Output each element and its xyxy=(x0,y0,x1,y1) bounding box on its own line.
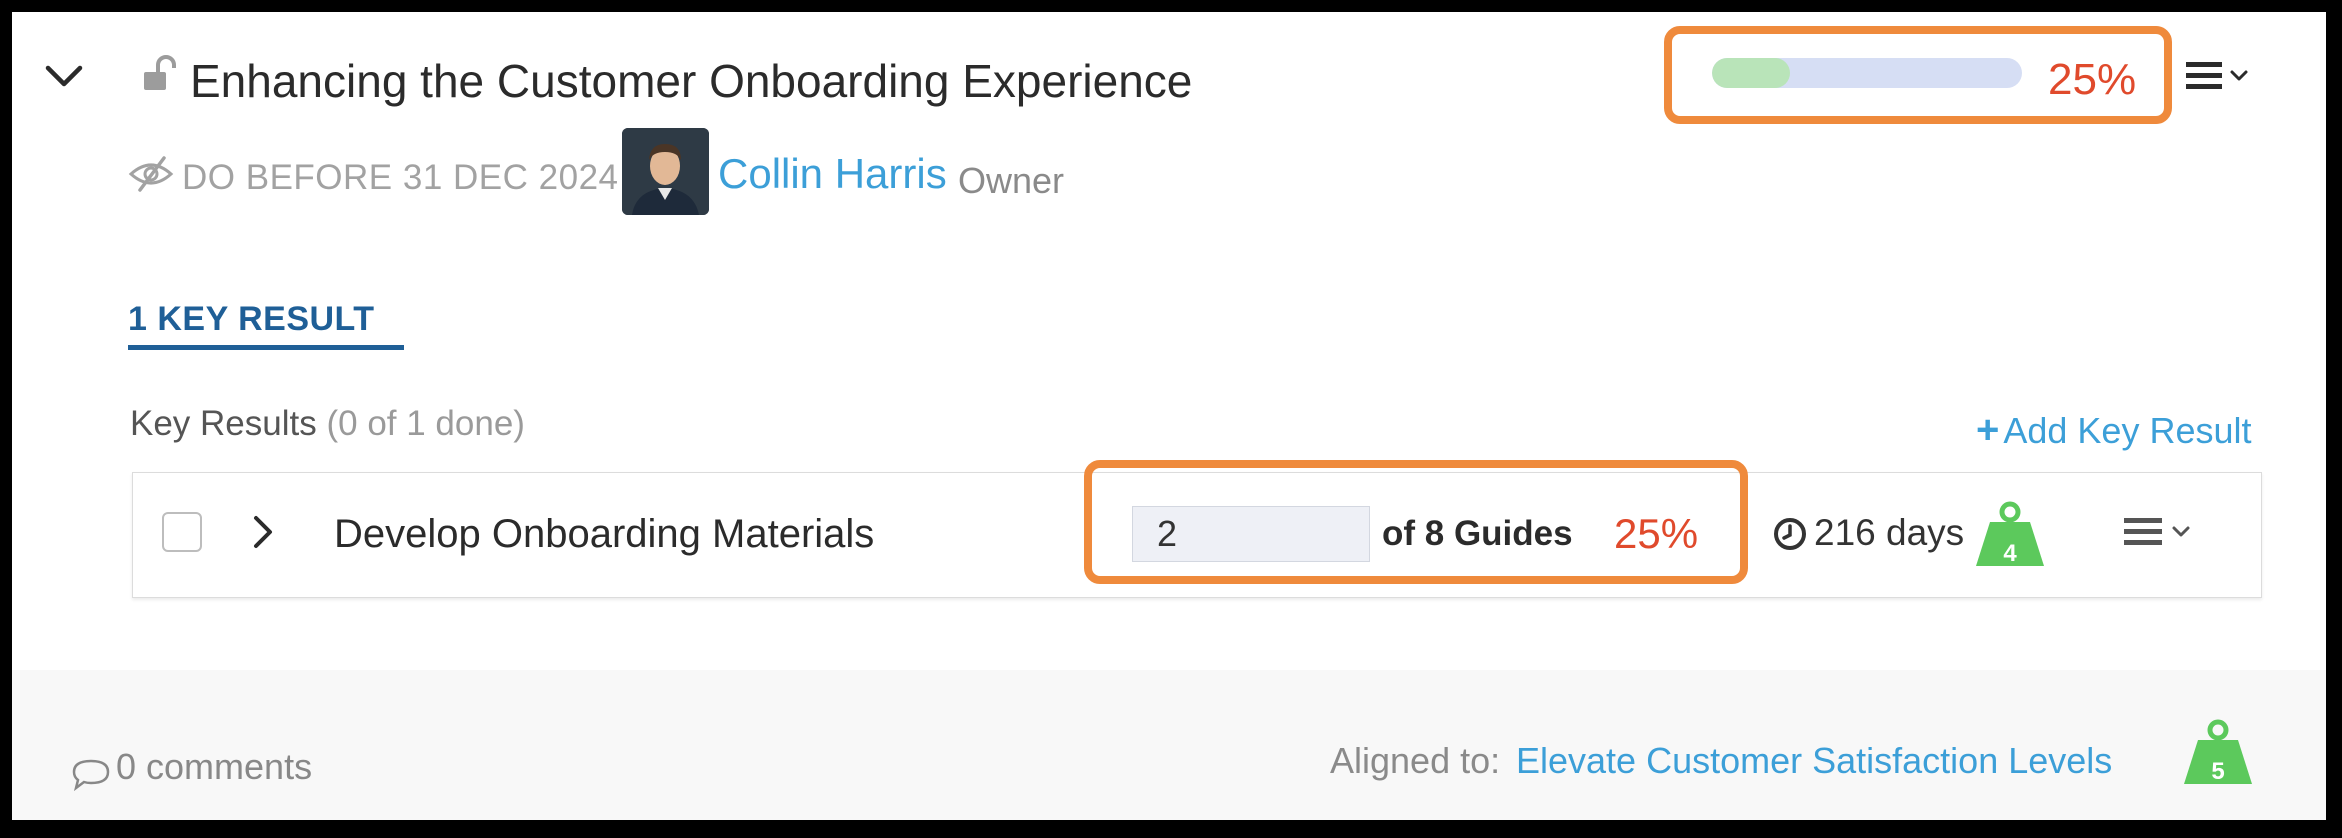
add-key-result-button[interactable]: + Add Key Result xyxy=(1976,408,2252,453)
key-result-days-remaining: 216 days xyxy=(1814,512,1965,553)
key-results-heading: Key Results (0 of 1 done) xyxy=(130,404,525,444)
unlocked-padlock-icon xyxy=(140,54,186,94)
key-result-menu-hamburger-icon[interactable] xyxy=(2120,510,2200,554)
owner-name-link[interactable]: Collin Harris xyxy=(718,150,947,198)
comments-link[interactable]: 0 comments xyxy=(116,746,312,788)
aligned-to-label: Aligned to: xyxy=(1330,740,1501,781)
speech-bubble-icon xyxy=(70,756,112,792)
expand-chevron-right-icon[interactable] xyxy=(242,510,286,554)
key-result-title[interactable]: Develop Onboarding Materials xyxy=(334,512,874,557)
plus-icon: + xyxy=(1976,408,2000,452)
objective-weight-value: 5 xyxy=(2211,758,2225,785)
owner-avatar[interactable] xyxy=(622,128,709,215)
key-results-heading-label: Key Results xyxy=(130,404,317,443)
key-result-weight-value: 4 xyxy=(2003,540,2017,567)
key-results-done-count: (0 of 1 done) xyxy=(326,404,525,443)
add-key-result-label: Add Key Result xyxy=(2003,410,2252,451)
tab-active-underline xyxy=(128,345,404,350)
eye-slash-icon xyxy=(128,154,174,194)
aligned-objective-link[interactable]: Elevate Customer Satisfaction Levels xyxy=(1516,740,2112,782)
objective-title[interactable]: Enhancing the Customer Onboarding Experi… xyxy=(190,56,1192,107)
due-date-text: DO BEFORE 31 DEC 2024 xyxy=(182,158,619,197)
tab-key-results[interactable]: 1 KEY RESULT xyxy=(128,300,375,339)
clock-icon xyxy=(1772,516,1808,552)
objective-menu-hamburger-icon[interactable] xyxy=(2182,54,2262,98)
key-result-checkbox[interactable] xyxy=(162,512,202,552)
collapse-chevron-down-icon[interactable] xyxy=(42,54,86,98)
owner-role-label: Owner xyxy=(958,160,1065,201)
highlight-box-key-result-progress xyxy=(1084,460,1748,584)
highlight-box-objective-progress xyxy=(1664,26,2172,124)
objective-card: Enhancing the Customer Onboarding Experi… xyxy=(12,12,2326,820)
